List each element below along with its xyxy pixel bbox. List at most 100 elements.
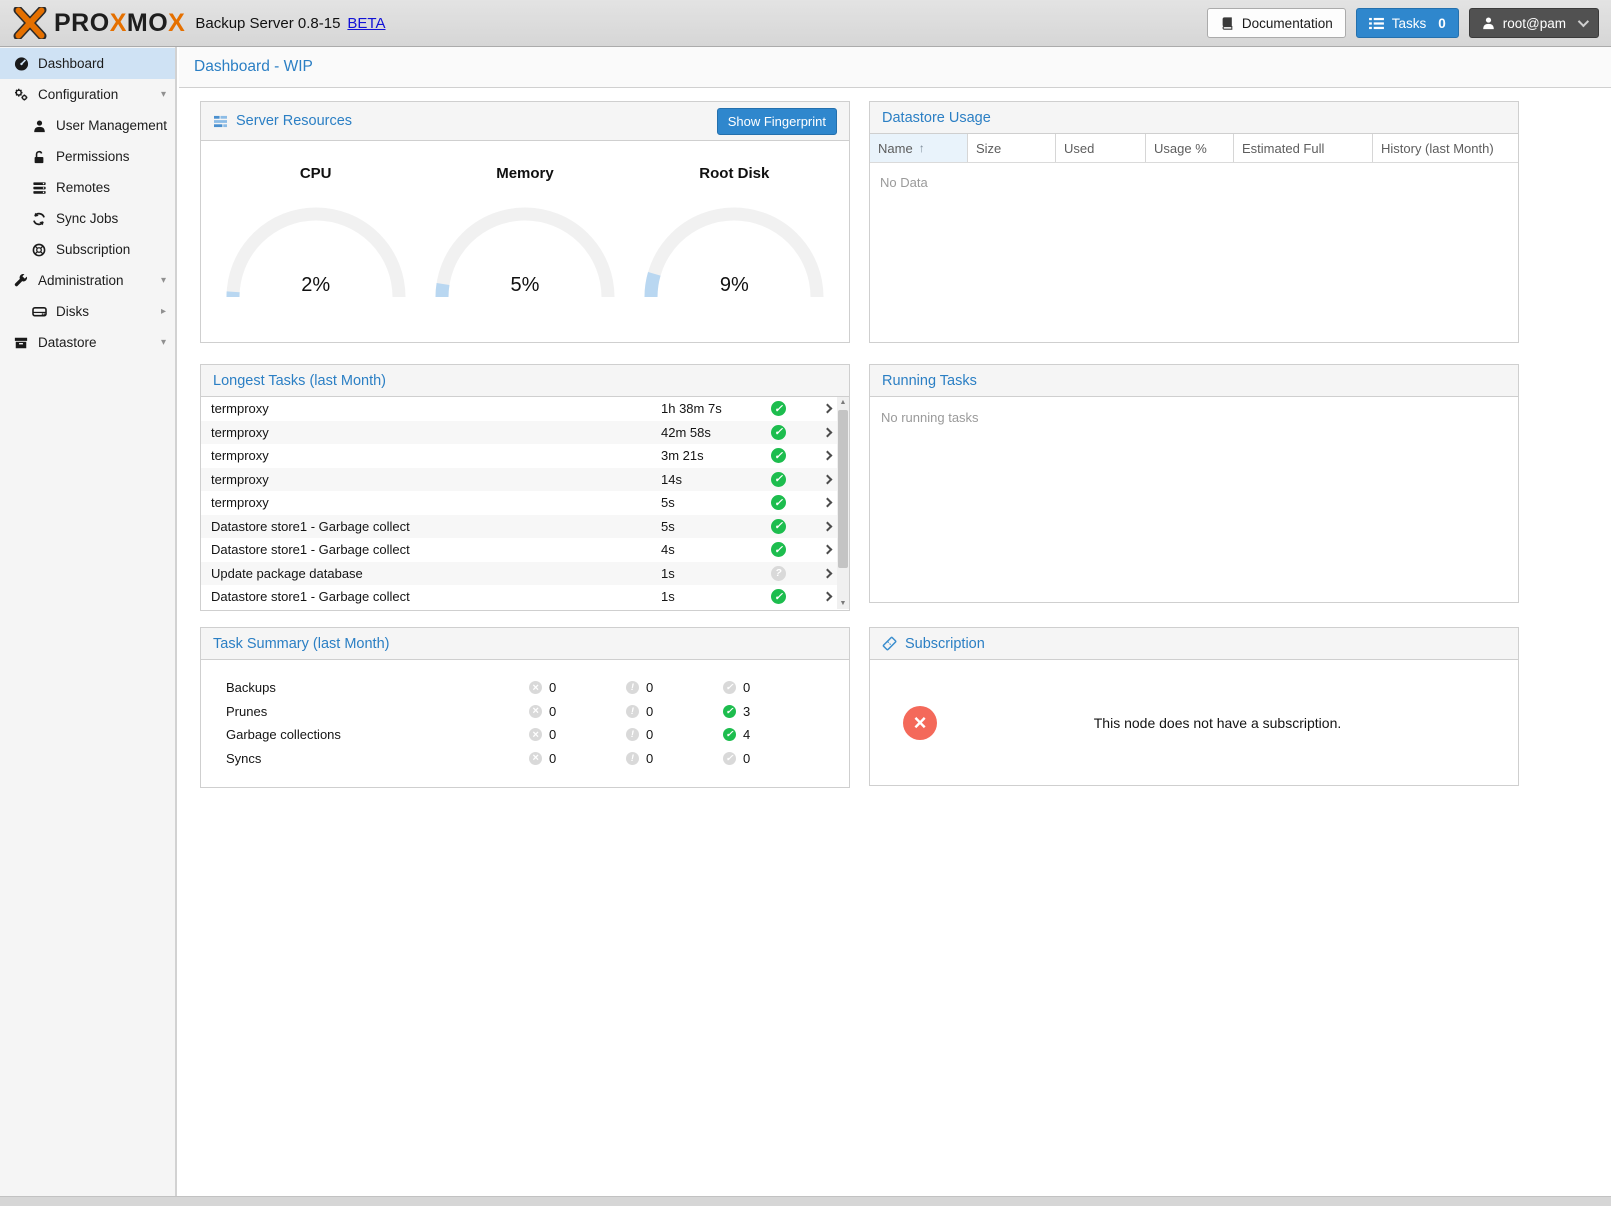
sort-ascending-icon: ↑ — [919, 141, 925, 155]
error-count-icon — [529, 728, 542, 741]
sidebar-item-remotes[interactable]: Remotes — [0, 172, 175, 203]
subscription-body: × This node does not have a subscription… — [870, 660, 1518, 785]
sidebar-item-subscription[interactable]: Subscription — [0, 234, 175, 265]
vertical-scrollbar[interactable]: ▲ ▼ — [837, 397, 849, 609]
datastore-usage-header: Datastore Usage — [870, 102, 1518, 134]
collapse-arrow-icon[interactable]: ▾ — [161, 337, 166, 348]
task-row[interactable]: termproxy 5s — [201, 491, 849, 515]
column-header-name[interactable]: Name ↑ — [870, 134, 968, 162]
subscription-header: Subscription — [870, 628, 1518, 660]
unlock-icon — [30, 150, 48, 164]
column-header-used[interactable]: Used — [1056, 134, 1146, 162]
ok-count-icon — [723, 681, 736, 694]
task-status-icon — [771, 566, 786, 581]
user-icon — [30, 119, 48, 133]
life-ring-icon — [30, 243, 48, 257]
sidebar-item-disks[interactable]: Disks ▸ — [0, 296, 175, 327]
error-count-icon — [529, 705, 542, 718]
user-menu-button[interactable]: root@pam — [1469, 8, 1599, 38]
sidebar-item-configuration[interactable]: Configuration ▾ — [0, 79, 175, 110]
datastore-usage-panel: Datastore Usage Name ↑ Size Used Usage %… — [869, 101, 1519, 343]
dashboard-content: Server Resources Show Fingerprint CPU 2% — [179, 89, 1611, 1196]
task-row[interactable]: termproxy 14s — [201, 468, 849, 492]
summary-row: Prunes 0 0 3 — [201, 700, 849, 724]
proxmox-backup-dashboard: PROXMOX Backup Server 0.8-15 BETA Docume… — [0, 0, 1611, 1206]
sidebar-item-permissions[interactable]: Permissions — [0, 141, 175, 172]
running-tasks-panel: Running Tasks No running tasks — [869, 364, 1519, 603]
task-status-icon — [771, 495, 786, 510]
task-status-icon — [771, 401, 786, 416]
longest-tasks-header: Longest Tasks (last Month) — [201, 365, 849, 397]
task-row[interactable]: Update package database 1s — [201, 562, 849, 586]
warning-count-icon — [626, 752, 639, 765]
ok-count-icon — [723, 728, 736, 741]
server-resources-panel: Server Resources Show Fingerprint CPU 2% — [200, 101, 850, 343]
ticket-icon — [882, 636, 897, 651]
task-row[interactable]: termproxy 3m 21s — [201, 444, 849, 468]
column-header-history[interactable]: History (last Month) — [1373, 134, 1518, 162]
beta-link[interactable]: BETA — [347, 15, 385, 32]
collapse-arrow-icon[interactable]: ▾ — [161, 275, 166, 286]
sidebar-nav: Dashboard Configuration ▾ User — [0, 47, 177, 1196]
task-row[interactable]: Datastore store1 - Garbage collect 4s — [201, 538, 849, 562]
task-row[interactable]: Datastore store1 - Garbage collect 5s — [201, 515, 849, 539]
server-resources-icon — [213, 115, 228, 128]
sidebar-item-user-management[interactable]: User Management — [0, 110, 175, 141]
sidebar-item-sync-jobs[interactable]: Sync Jobs — [0, 203, 175, 234]
collapse-arrow-icon[interactable]: ▾ — [161, 89, 166, 100]
app-version-text: Backup Server 0.8-15 — [195, 15, 340, 32]
cpu-gauge-value: 2% — [221, 274, 411, 297]
hdd-icon — [30, 305, 48, 318]
memory-gauge: Memory 5% — [425, 165, 625, 301]
subscription-message: This node does not have a subscription. — [937, 715, 1518, 731]
sidebar-item-dashboard[interactable]: Dashboard — [0, 48, 175, 79]
task-list-icon — [1369, 17, 1384, 30]
root-disk-gauge-value: 9% — [639, 274, 829, 297]
column-header-usage-pct[interactable]: Usage % — [1146, 134, 1234, 162]
scroll-up-icon[interactable]: ▲ — [837, 399, 849, 406]
tasks-count-badge: 0 — [1438, 16, 1446, 31]
datastore-usage-column-headers: Name ↑ Size Used Usage % Estimated Full … — [870, 134, 1518, 163]
error-count-icon — [529, 752, 542, 765]
task-summary-table: Backups 0 0 0 Prunes 0 0 3 Garbage colle… — [201, 660, 849, 770]
show-fingerprint-button[interactable]: Show Fingerprint — [717, 108, 837, 135]
task-status-icon — [771, 542, 786, 557]
bottom-scrollbar-strip[interactable] — [0, 1196, 1611, 1206]
task-status-icon — [771, 472, 786, 487]
header-buttons: Documentation Tasks 0 root@pam — [1207, 8, 1599, 38]
task-row[interactable]: Datastore store1 - Garbage collect 1s — [201, 585, 849, 609]
summary-row: Garbage collections 0 0 4 — [201, 723, 849, 747]
summary-row: Syncs 0 0 0 — [201, 747, 849, 771]
task-status-icon — [771, 519, 786, 534]
user-icon — [1482, 16, 1495, 30]
warning-count-icon — [626, 681, 639, 694]
scroll-down-icon[interactable]: ▼ — [837, 600, 849, 607]
root-disk-gauge: Root Disk 9% — [634, 165, 834, 301]
page-title: Dashboard - WIP — [179, 47, 1611, 88]
error-count-icon — [529, 681, 542, 694]
book-icon — [1220, 16, 1234, 31]
task-status-icon — [771, 589, 786, 604]
ok-count-icon — [723, 752, 736, 765]
scrollbar-thumb[interactable] — [838, 410, 848, 568]
running-tasks-header: Running Tasks — [870, 365, 1518, 397]
sidebar-item-datastore[interactable]: Datastore ▾ — [0, 327, 175, 358]
expand-arrow-icon[interactable]: ▸ — [161, 306, 166, 317]
task-summary-header: Task Summary (last Month) — [201, 628, 849, 660]
task-row[interactable]: termproxy 42m 58s — [201, 421, 849, 445]
task-row[interactable]: termproxy 1h 38m 7s — [201, 397, 849, 421]
running-tasks-empty-text: No running tasks — [870, 397, 1518, 438]
ok-count-icon — [723, 705, 736, 718]
tasks-button[interactable]: Tasks 0 — [1356, 8, 1459, 38]
gears-icon — [12, 87, 30, 102]
sidebar-item-administration[interactable]: Administration ▾ — [0, 265, 175, 296]
gauges-row: CPU 2% Memory — [201, 141, 849, 301]
server-bars-icon — [30, 181, 48, 195]
memory-gauge-value: 5% — [430, 274, 620, 297]
column-header-estimated-full[interactable]: Estimated Full — [1234, 134, 1373, 162]
task-status-icon — [771, 448, 786, 463]
column-header-size[interactable]: Size — [968, 134, 1056, 162]
summary-row: Backups 0 0 0 — [201, 676, 849, 700]
no-subscription-icon: × — [903, 706, 937, 740]
documentation-button[interactable]: Documentation — [1207, 8, 1346, 38]
